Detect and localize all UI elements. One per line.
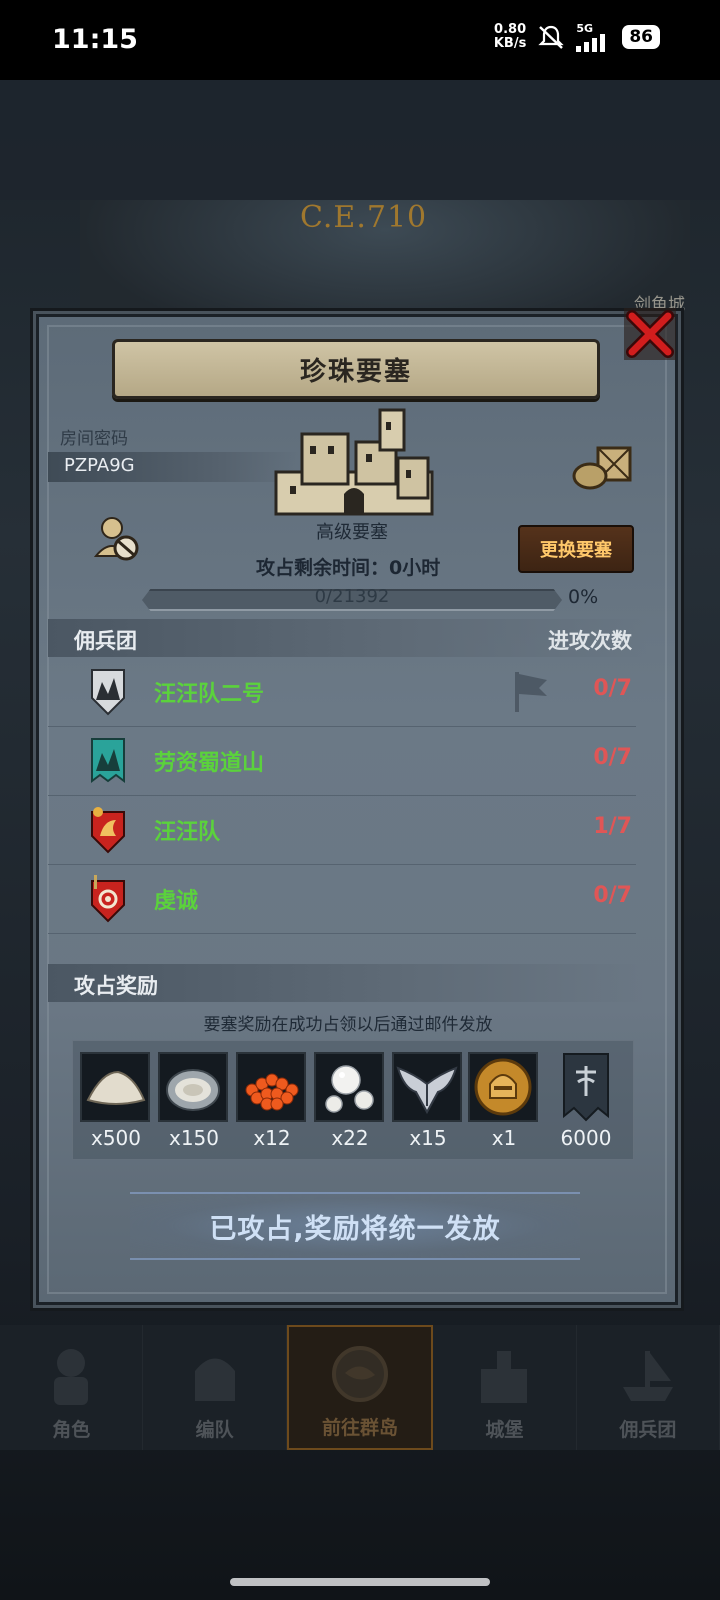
mercenary-row[interactable]: 汪汪队 1/7 — [48, 796, 636, 865]
reward-quantity: x12 — [253, 1126, 291, 1150]
room-password-label: 房间密码 — [60, 429, 128, 449]
supplies-crate-icon[interactable] — [572, 444, 632, 490]
mercenary-header-label: 佣兵团 — [74, 629, 137, 653]
reward-quantity: x150 — [168, 1126, 219, 1150]
reward-item[interactable]: x15 — [392, 1052, 464, 1150]
room-code[interactable]: PZPA9G — [64, 455, 135, 476]
reward-item[interactable]: x22 — [314, 1052, 386, 1150]
nav-mercenary-label: 佣兵团 — [619, 1419, 677, 1441]
network-type: 5G — [576, 21, 594, 35]
red-phoenix-shield-icon — [91, 807, 125, 854]
reward-item[interactable]: x1 — [468, 1052, 540, 1150]
fortress-icon — [274, 408, 434, 516]
battery-level: 86 — [622, 25, 660, 49]
reward-item[interactable]: x12 — [236, 1052, 308, 1150]
remaining-time-value: 0小时 — [389, 557, 441, 579]
reward-item[interactable]: x500 — [80, 1052, 152, 1150]
claim-status-bar: 已攻占,奖励将统一发放 — [130, 1192, 580, 1260]
knight-icon — [54, 1349, 89, 1405]
reward-quantity: x500 — [90, 1126, 141, 1150]
reward-quantity: x1 — [491, 1126, 517, 1150]
mercenary-row[interactable]: 虔诚 0/7 — [48, 865, 636, 934]
remaining-time-label: 攻占剩余时间： — [256, 557, 390, 579]
status-bar: 11:15 0.80 KB/s 5G 86 — [0, 0, 720, 80]
reward-icon-frame — [314, 1052, 384, 1122]
capture-progress-percent: 0% — [568, 586, 599, 608]
signal-indicator: 5G — [576, 23, 612, 52]
mercenary-attack-count: 0/7 — [593, 745, 632, 770]
nav-formation[interactable]: 编队 — [143, 1325, 287, 1450]
mercenary-name: 汪汪队 — [154, 820, 221, 845]
net-speed-value: 0.80 — [494, 22, 527, 37]
rewards-header-label: 攻占奖励 — [74, 974, 158, 998]
capture-progress-text: 0/21392 — [314, 586, 390, 607]
dialog-title: 珍珠要塞 — [299, 356, 412, 387]
year-label: C.E.710 — [300, 200, 428, 235]
change-fortress-label: 更换要塞 — [540, 540, 612, 561]
change-fortress-button[interactable]: 更换要塞 — [518, 525, 634, 573]
nav-islands-label: 前往群岛 — [322, 1417, 399, 1439]
mercenary-name: 虔诚 — [154, 889, 199, 914]
bottom-nav: 角色 编队 前往群岛 城堡 佣兵团 — [0, 1325, 720, 1450]
home-indicator[interactable] — [230, 1578, 490, 1586]
reward-quantity: x22 — [331, 1126, 369, 1150]
attack-count-header: 进攻次数 — [548, 629, 632, 653]
helmet-icon — [194, 1358, 235, 1401]
nav-mercenary[interactable]: 佣兵团 — [577, 1325, 720, 1450]
mercenary-row[interactable]: 劳资蜀道山 0/7 — [48, 727, 636, 796]
mercenary-attack-count: 1/7 — [593, 814, 632, 839]
status-icons: 0.80 KB/s 5G 86 — [494, 22, 660, 52]
claim-status-text: 已攻占,奖励将统一发放 — [209, 1213, 501, 1245]
nav-castle[interactable]: 城堡 — [433, 1325, 577, 1450]
guild-banner-icon[interactable] — [560, 1052, 612, 1124]
reward-item[interactable]: x150 — [158, 1052, 230, 1150]
nav-character[interactable]: 角色 — [0, 1325, 144, 1450]
red-eye-shield-icon — [91, 875, 125, 923]
flag-icon — [515, 672, 547, 712]
wing-emblem-icon — [396, 1066, 458, 1115]
nav-castle-label: 城堡 — [485, 1419, 524, 1441]
reward-icon-frame — [236, 1052, 306, 1122]
status-time: 11:15 — [52, 24, 138, 55]
caviar-icon — [245, 1073, 299, 1111]
remaining-time: 攻占剩余时间：0小时 — [256, 553, 440, 580]
compass-globe-icon — [332, 1346, 389, 1402]
reward-icon-frame — [468, 1052, 538, 1122]
net-speed-unit: KB/s — [493, 36, 527, 51]
reward-icon-frame — [158, 1052, 228, 1122]
oyster-icon — [166, 1069, 220, 1111]
reward-note: 要塞奖励在成功占领以后通过邮件发放 — [203, 1015, 493, 1035]
mute-icon — [538, 25, 564, 49]
gold-helmet-coin-icon — [474, 1058, 532, 1116]
mercenary-name: 劳资蜀道山 — [154, 751, 265, 776]
mercenary-attack-count: 0/7 — [593, 883, 632, 908]
nav-islands[interactable]: 前往群岛 — [286, 1325, 434, 1450]
background-top-bar — [0, 80, 720, 200]
grey-mountain-shield-icon — [91, 669, 125, 716]
blocked-user-icon[interactable] — [94, 514, 140, 562]
pearl-icon — [325, 1065, 374, 1113]
mercenary-attack-count: 0/7 — [593, 676, 632, 701]
mercenary-name: 汪汪队二号 — [154, 682, 265, 707]
ship-icon — [622, 1351, 673, 1401]
title-banner: 珍珠要塞 — [112, 339, 600, 399]
nav-character-label: 角色 — [52, 1419, 91, 1441]
reward-quantity: 6000 — [560, 1126, 612, 1150]
teal-mountain-banner-icon — [91, 738, 125, 783]
close-icon[interactable] — [622, 306, 678, 362]
net-speed: 0.80 KB/s — [494, 23, 526, 51]
reward-icon-frame — [392, 1052, 462, 1122]
reward-icon-frame — [80, 1052, 150, 1122]
mercenary-row[interactable]: 汪汪队二号 0/7 — [48, 658, 636, 727]
fortress-level: 高级要塞 — [316, 522, 388, 543]
nav-formation-label: 编队 — [195, 1419, 234, 1441]
flour-pile-icon — [86, 1070, 146, 1105]
reward-quantity: x15 — [409, 1126, 447, 1150]
signal-bars-icon — [576, 33, 606, 52]
castle-icon — [481, 1351, 528, 1403]
